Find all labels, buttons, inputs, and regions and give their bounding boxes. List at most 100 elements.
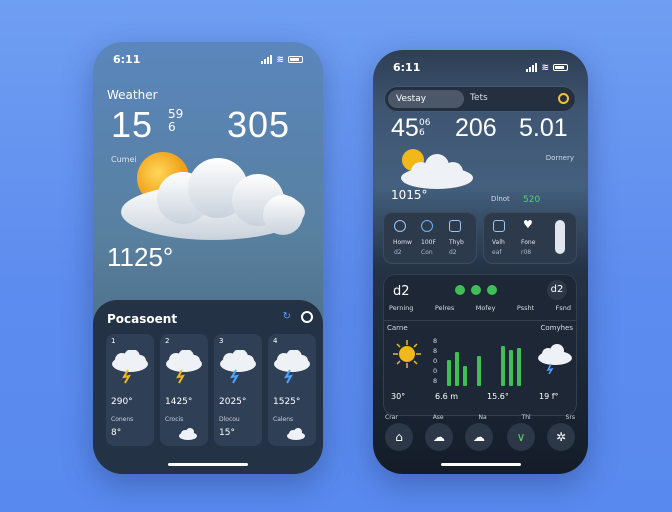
forecast-temp: 2025° <box>219 397 247 407</box>
tab-switcher: Vestay Tets <box>384 86 576 112</box>
status-time: 6:11 <box>113 53 141 66</box>
refresh-icon[interactable]: ↻ <box>283 311 291 323</box>
forecast-label: Conens <box>111 416 134 423</box>
wifi-icon: ≋ <box>541 62 549 73</box>
forecast-label: Crocis <box>165 416 184 423</box>
signal-icon <box>261 55 273 64</box>
home-indicator <box>440 463 521 466</box>
heart-icon[interactable]: ♥ <box>523 218 533 231</box>
nav-label: Thl <box>521 414 531 421</box>
nav-active-button[interactable]: ∨ <box>507 423 535 451</box>
tab-other[interactable]: Tets <box>470 93 488 103</box>
detail-label: Mofey <box>475 304 496 312</box>
current-temp-detail: 59 6 <box>168 107 184 134</box>
forecast-value: 15° <box>219 428 235 438</box>
storm-cloud-icon <box>274 350 310 384</box>
forecast-temp: 290° <box>111 397 133 407</box>
axis-tick: 8 <box>433 337 438 345</box>
axis-tick: 0 <box>433 357 438 365</box>
status-bar: 6:11 ≋ <box>113 53 303 66</box>
dot-icon <box>487 285 497 295</box>
stat-primary: 45 <box>391 114 419 142</box>
sun-icon <box>393 340 421 368</box>
small-temp: 1015° <box>391 188 428 202</box>
humidity-icon[interactable] <box>493 220 505 232</box>
chevron-down-icon: ∨ <box>516 430 526 444</box>
bar <box>501 346 505 386</box>
divider <box>383 320 577 321</box>
home-indicator <box>168 463 248 466</box>
signal-icon <box>526 63 538 72</box>
nav-label: Na <box>478 414 487 421</box>
storm-cloud-icon <box>166 350 202 384</box>
storm-cloud-icon <box>538 344 572 374</box>
map-button[interactable]: d2 <box>547 280 567 300</box>
chart-axis: 8 8 0 0 8 <box>433 336 437 386</box>
left-label: Carne <box>387 324 408 332</box>
nav-forecast-button[interactable]: ☁ <box>465 423 493 451</box>
sun-cloud-icon <box>121 152 305 240</box>
forecast-actions: ↻ <box>283 311 313 323</box>
battery-icon <box>288 56 303 63</box>
bar <box>477 356 481 386</box>
forecast-title: Pocasoent <box>107 312 178 326</box>
stat-3: 15.6° <box>487 392 509 401</box>
phone-right: 6:11 ≋ Vestay Tets 45 06 6 206 5.01 Dorne… <box>373 50 588 474</box>
drop-icon[interactable] <box>421 220 433 232</box>
settings-icon[interactable] <box>301 311 313 323</box>
forecast-value: 8° <box>111 428 122 438</box>
feels-like-temp: 1125° <box>107 242 174 272</box>
location-icon[interactable] <box>558 93 569 104</box>
detail-labels: Perning Pelres Mofey Pssht Fsnd <box>389 304 571 312</box>
forecast-card[interactable]: 3 2025° Dlocou 15° <box>214 334 262 446</box>
bar <box>455 352 459 386</box>
detail-card: d2 d2 Perning Pelres Mofey Pssht Fsnd Carne … <box>383 274 577 416</box>
forecast-cards: 1 290° Conens 8° 2 1425° Crocis 3 2025° Dlocou 15°… <box>106 334 316 446</box>
forecast-temp: 1525° <box>273 397 301 407</box>
forecast-label: Dlocou <box>219 416 240 423</box>
status-icons: ≋ <box>526 63 568 73</box>
nav-label: Srs <box>565 414 575 421</box>
stat-primary-detail: 06 6 <box>419 118 431 138</box>
small-label: Dlnot <box>491 195 510 203</box>
stat-secondary: 206 <box>455 114 497 142</box>
nav-weather-button[interactable]: ☁ <box>425 423 453 451</box>
stat-2: 6.6 m <box>435 392 459 401</box>
forecast-day: 1 <box>111 337 116 345</box>
forecast-day: 2 <box>165 337 170 345</box>
tab-active[interactable]: Vestay <box>388 90 464 108</box>
forecast-label: Calens <box>273 416 294 423</box>
forecast-card[interactable]: 4 1525° Calens <box>268 334 316 446</box>
nav-label: Crar <box>385 414 398 421</box>
detail-label: Fsnd <box>555 304 571 312</box>
bar <box>447 360 451 386</box>
cloud-icon: ☁ <box>433 430 445 444</box>
forecast-day: 4 <box>273 337 278 345</box>
secondary-temp: 305 <box>227 104 291 145</box>
battery-icon <box>553 64 568 71</box>
detail-value: d2 <box>393 284 410 299</box>
tile-group-right: ♥ Valh eaf Fone r08 <box>483 212 577 264</box>
nav-home-button[interactable]: ⌂ <box>385 423 413 451</box>
status-dots <box>455 285 497 295</box>
nav-labels: Crar Ase Na Thl Srs <box>385 414 575 421</box>
nav-label: Ase <box>432 414 444 421</box>
forecast-card[interactable]: 1 290° Conens 8° <box>106 334 154 446</box>
current-temp: 15 <box>111 104 154 145</box>
bar <box>463 366 467 386</box>
forecast-panel: Pocasoent ↻ 1 290° Conens 8° 2 1425° Crocis 3 20… <box>93 300 323 474</box>
level-indicator <box>555 220 565 254</box>
stat-1: 30° <box>391 392 406 401</box>
status-time: 6:11 <box>393 61 421 74</box>
forecast-day: 3 <box>219 337 224 345</box>
axis-tick: 0 <box>433 367 438 375</box>
wifi-icon: ≋ <box>276 54 284 65</box>
gauge-icon[interactable] <box>449 220 461 232</box>
cloud-icon <box>287 428 305 440</box>
small-value: 520 <box>523 195 541 205</box>
home-icon[interactable] <box>394 220 406 232</box>
storm-cloud-icon <box>220 350 256 384</box>
condition-label: Dornery <box>545 154 574 162</box>
nav-settings-button[interactable]: ✲ <box>547 423 575 451</box>
forecast-card[interactable]: 2 1425° Crocis <box>160 334 208 446</box>
